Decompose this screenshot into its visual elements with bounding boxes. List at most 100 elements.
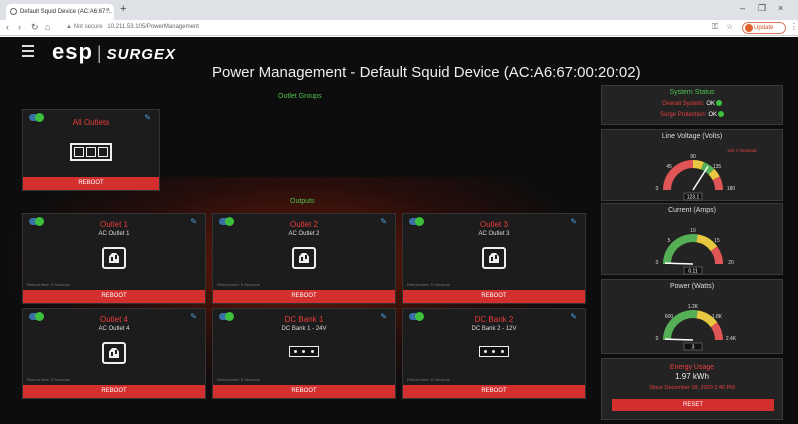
outlet-card: ✎ Outlet 3 AC Outlet 3 Reboot time: 5 Se… (402, 213, 586, 304)
reload-icon[interactable]: ↻ (31, 22, 39, 33)
gauge-panel-current: Current (Amps) 0 20 5 10 15 0.11 (601, 203, 783, 275)
reboot-time-note: Reboot time: 5 Seconds (217, 282, 260, 287)
gauge-tick-label: 135 (713, 164, 722, 170)
gauge-needle (692, 165, 709, 191)
energy-title: Energy Usage (669, 364, 715, 371)
gauge-tick-label: 10 (690, 228, 696, 234)
ac-outlet-icon (292, 247, 316, 269)
energy-usage-panel: Energy Usage 1.97 kWh Since December 18,… (601, 358, 783, 420)
overall-system-status: Overall System: OK (602, 100, 782, 107)
surge-label: Surge Protection: (659, 112, 707, 118)
browser-tab[interactable]: Default Squid Device (AC:A6:67:... × (6, 4, 114, 20)
outlet-reboot-button[interactable]: REBOOT (213, 385, 395, 398)
reboot-time-note: Reboot time: 5 Seconds (407, 377, 450, 382)
gauge-panel-voltage: Line Voltage (Volts) 0 180 45 90 135 120 V Nom… (601, 129, 783, 201)
ac-outlet-icon (102, 247, 126, 269)
gauge-tick-label: 1.8K (712, 314, 723, 320)
reboot-time-note: Reboot time: 5 Seconds (27, 377, 70, 382)
outlet-groups-label: Outlet Groups (278, 93, 322, 100)
gauge-tick-label: 5 (668, 238, 671, 244)
outlet-subtitle: AC Outlet 4 (98, 326, 130, 332)
bookmark-star-icon[interactable]: ☆ (726, 22, 733, 31)
reset-button[interactable]: RESET (612, 399, 774, 411)
gauge-panel-power: Power (Watts) 0 2.4K 600 1.2K 1.8K 3 (601, 279, 783, 354)
forward-icon[interactable]: › (18, 22, 21, 32)
window-close-icon[interactable]: × (778, 3, 783, 13)
outlet-card: ✎ DC Bank 1 DC Bank 1 - 24V Reboot time:… (212, 308, 396, 399)
outlet-reboot-button[interactable]: REBOOT (403, 290, 585, 303)
gauge-max-label: 20 (728, 260, 734, 266)
outlet-subtitle: AC Outlet 1 (98, 231, 130, 237)
dc-outlet-icon (479, 346, 509, 357)
espsurgex-logo: esp | SURGEX (52, 39, 176, 65)
outputs-label: Outputs (290, 198, 315, 205)
outlet-subtitle: AC Outlet 2 (288, 231, 320, 237)
outlet-card: ✎ DC Bank 2 DC Bank 2 - 12V Reboot time:… (402, 308, 586, 399)
home-icon[interactable]: ⌂ (45, 22, 50, 32)
system-status-panel: System Status Overall System: OK Surge Pr… (601, 85, 783, 125)
address-bar: ‹ › ↻ ⌂ ▲ Not secure 10.211.53.105/Power… (0, 20, 798, 36)
gauge-arc-warn-high (708, 168, 720, 181)
tab-close-icon[interactable]: × (106, 7, 110, 14)
gauge-arc-high (712, 176, 723, 191)
dc-outlet-icon (289, 346, 319, 357)
gauge-min-label: 0 (656, 186, 659, 192)
gauge-needle (664, 262, 694, 265)
profile-avatar-icon (745, 24, 753, 32)
outlet-subtitle: AC Outlet 3 (478, 231, 510, 237)
surge-protection-status: Surge Protection: OK (602, 111, 782, 118)
gauge-tick-label: 1.2K (688, 304, 699, 310)
status-ok-icon (716, 100, 722, 106)
gauge-tick-label: 45 (666, 164, 672, 170)
update-button[interactable]: Update (742, 22, 786, 34)
gauge-arc-warn (696, 234, 718, 252)
hamburger-menu-icon[interactable] (22, 45, 34, 60)
browser-menu-icon[interactable]: ⋮ (790, 22, 798, 31)
update-label: Update (754, 25, 774, 31)
back-icon[interactable]: ‹ (6, 22, 9, 32)
key-icon[interactable]: ⚿ (712, 22, 718, 32)
url-text: 10.211.53.105/PowerManagement (107, 24, 199, 30)
outlet-reboot-button[interactable]: REBOOT (23, 290, 205, 303)
outlet-reboot-button[interactable]: REBOOT (213, 290, 395, 303)
group-card-all-outlets: ✎ All Outlets REBOOT (22, 109, 160, 191)
logo-surgex: SURGEX (106, 46, 176, 63)
logo-separator: | (96, 43, 103, 63)
gauge-nominal-label: 120 V Nominal (727, 148, 757, 153)
gauge-tick-label: 15 (714, 238, 720, 244)
gauge-value: 0.11 (688, 269, 698, 275)
energy-since: Since December 18, 2020 2:40 PM (649, 385, 735, 391)
minimize-icon[interactable]: – (740, 3, 745, 13)
gauge-max-label: 2.4K (726, 336, 737, 342)
group-reboot-button[interactable]: REBOOT (23, 177, 159, 190)
gauge-value: 123.1 (687, 195, 700, 201)
maximize-icon[interactable]: ❐ (758, 3, 766, 14)
not-secure-label[interactable]: ▲ Not secure (66, 24, 103, 30)
ac-outlet-icon (102, 342, 126, 364)
outlet-card: ✎ Outlet 1 AC Outlet 1 Reboot time: 5 Se… (22, 213, 206, 304)
reboot-time-note: Reboot time: 5 Seconds (27, 282, 70, 287)
gauge-max-label: 180 (727, 186, 736, 192)
outlet-reboot-button[interactable]: REBOOT (23, 385, 205, 398)
new-tab-button[interactable]: + (120, 3, 126, 15)
tab-favicon-icon (10, 8, 17, 15)
energy-value: 1.97 kWh (675, 372, 709, 381)
outlet-title: Outlet 2 (289, 220, 318, 229)
outlet-reboot-button[interactable]: REBOOT (403, 385, 585, 398)
gauge-min-label: 0 (656, 336, 659, 342)
gauge-value: 3 (692, 345, 695, 351)
outlet-card: ✎ Outlet 4 AC Outlet 4 Reboot time: 5 Se… (22, 308, 206, 399)
outlet-title: DC Bank 1 (284, 315, 324, 324)
system-status-title: System Status (669, 89, 715, 96)
gauge-dial: 0 20 5 10 15 0.11 (656, 228, 734, 275)
gauge-title: Power (Watts) (669, 283, 715, 290)
url-field[interactable]: ▲ Not secure 10.211.53.105/PowerManageme… (66, 24, 199, 30)
reboot-time-note: Reboot time: 5 Seconds (217, 377, 260, 382)
gauge-arc-warn-low (692, 160, 705, 170)
gauge-arc-high (710, 322, 723, 341)
ac-outlet-icon (482, 247, 506, 269)
gauge-arc-high (710, 246, 723, 265)
gauge-arc-ok (663, 234, 698, 265)
page-title: Power Management - Default Squid Device … (212, 64, 641, 81)
group-title: All Outlets (72, 118, 110, 127)
